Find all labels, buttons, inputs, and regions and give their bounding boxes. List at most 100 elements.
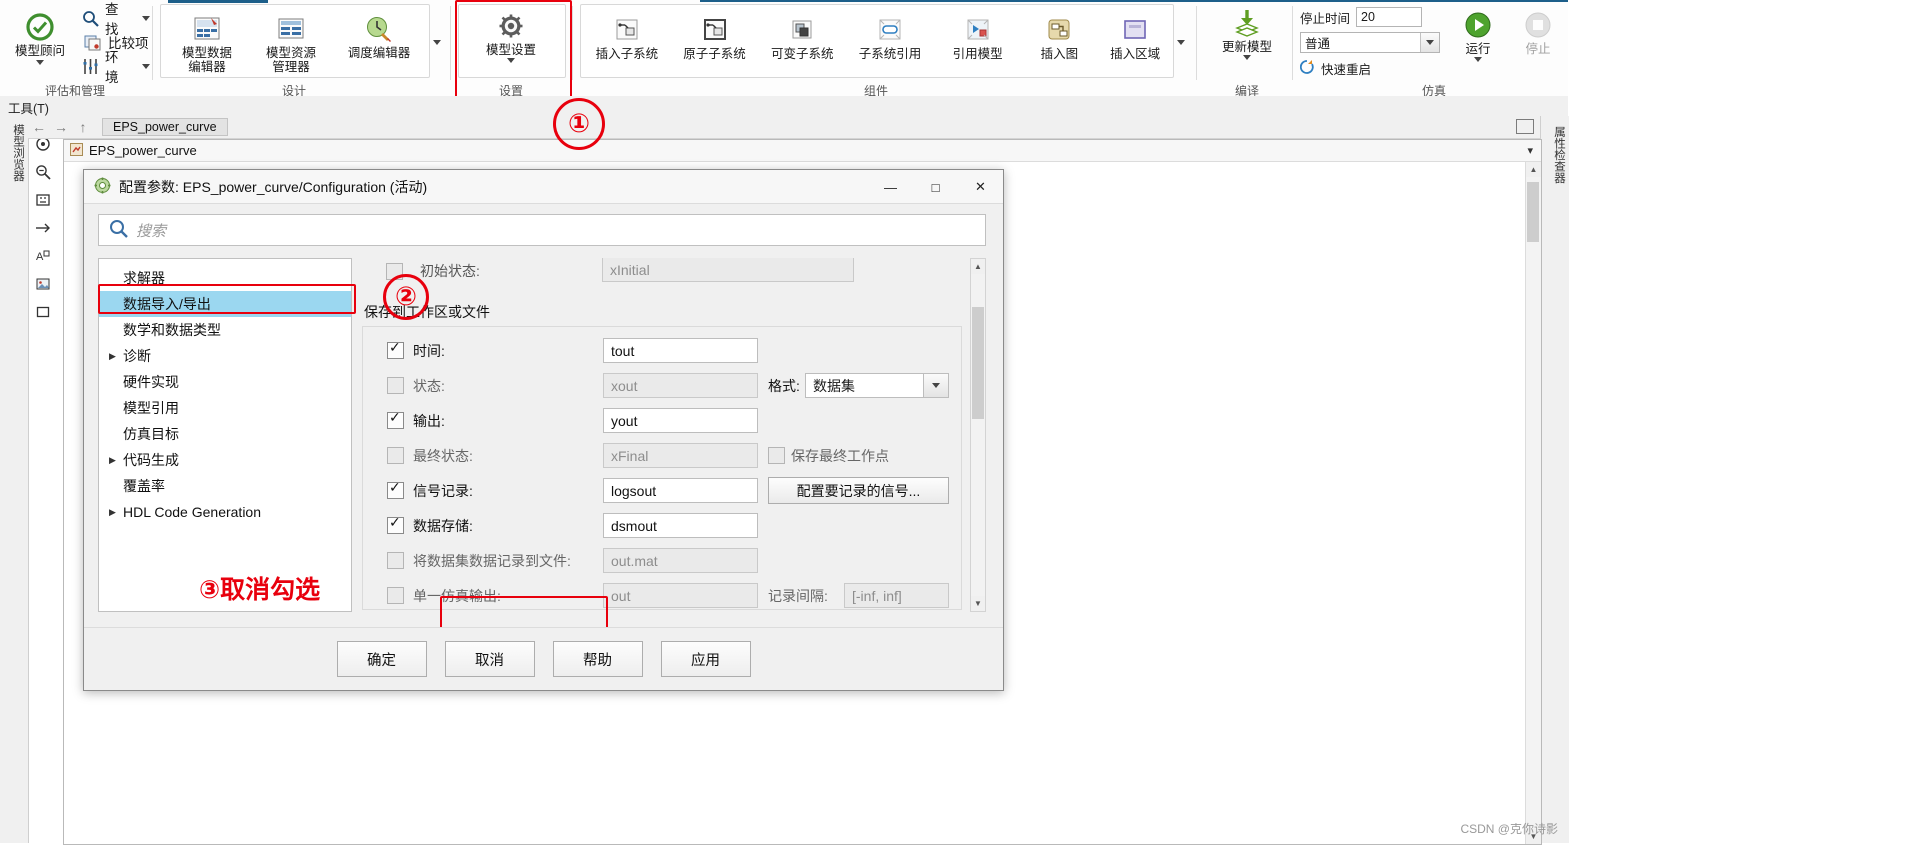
ok-button[interactable]: 确定: [336, 641, 427, 677]
breadcrumb-model[interactable]: EPS_power_curve: [102, 118, 228, 136]
model-reference-label: 引用模型: [952, 47, 1003, 61]
save-final-operating-point-checkbox[interactable]: [768, 447, 785, 464]
model-settings-button[interactable]: 模型设置: [459, 5, 563, 63]
maximize-button[interactable]: □: [913, 170, 958, 204]
gear-icon: [459, 9, 563, 43]
scroll-down-icon[interactable]: ▼: [971, 596, 985, 611]
image-icon[interactable]: [30, 270, 56, 298]
chevron-down-icon[interactable]: [1474, 57, 1482, 62]
tree-item-hdl-code-generation[interactable]: ▶ HDL Code Generation: [99, 499, 351, 525]
tree-item-data-import-export[interactable]: ▶数据导入/导出: [99, 291, 351, 317]
tree-item-simulation-target[interactable]: ▶仿真目标: [99, 421, 351, 447]
scroll-up-icon[interactable]: ▲: [1526, 162, 1541, 177]
time-input[interactable]: tout: [603, 338, 758, 363]
tree-item-hardware[interactable]: ▶硬件实现: [99, 369, 351, 395]
single-simulation-output-checkbox[interactable]: [387, 587, 404, 604]
settings-pane-scrollbar[interactable]: ▲ ▼: [970, 258, 986, 612]
model-advisor-button[interactable]: 模型顾问: [4, 6, 76, 65]
chevron-down-icon[interactable]: [1243, 55, 1251, 60]
apply-button[interactable]: 应用: [660, 641, 751, 677]
atomic-subsystem-button[interactable]: 原子子系统: [671, 9, 759, 61]
tree-item-label: 代码生成: [123, 452, 179, 468]
stop-icon: [1508, 8, 1568, 42]
variant-subsystem-label: 可变子系统: [771, 47, 834, 61]
zoom-icon[interactable]: [30, 158, 56, 186]
tree-item-label: 仿真目标: [123, 426, 179, 442]
canvas-vertical-scrollbar[interactable]: ▲ ▼: [1525, 162, 1541, 844]
time-checkbox[interactable]: [387, 339, 404, 359]
save-final-operating-point-label: 保存最终工作点: [791, 447, 889, 464]
states-checkbox[interactable]: [387, 377, 404, 394]
signal-logging-checkbox[interactable]: [387, 479, 404, 499]
help-button[interactable]: 帮助: [552, 641, 643, 677]
fast-restart-button[interactable]: 快速重启: [1299, 59, 1440, 78]
environment-label: 环境: [105, 50, 119, 85]
left-rail: 模型浏览器: [0, 116, 29, 843]
find-button[interactable]: 查找: [82, 2, 150, 37]
design-groupbox: 模型数据 编辑器 模型资源 管理器 调度编辑器: [160, 4, 430, 78]
forward-icon[interactable]: →: [50, 119, 72, 135]
final-state-checkbox[interactable]: [387, 447, 404, 464]
stop-time-input[interactable]: 20: [1356, 7, 1423, 27]
tree-item-solver[interactable]: ▶求解器: [99, 265, 351, 291]
minimize-button[interactable]: —: [868, 170, 913, 204]
component-groupbox: 插入子系统 原子子系统 可变子系统 子系统引用 引用模型 插入图 插入区域: [580, 4, 1174, 78]
signal-logging-input[interactable]: logsout: [603, 478, 758, 503]
variant-subsystem-button[interactable]: 可变子系统: [758, 9, 846, 61]
design-group-expand[interactable]: [430, 6, 444, 78]
model-settings-label: 模型设置: [485, 43, 536, 57]
subsystem-reference-button[interactable]: 子系统引用: [846, 9, 934, 61]
expand-icon[interactable]: ▶: [109, 507, 123, 518]
data-stores-input[interactable]: dsmout: [603, 513, 758, 538]
close-button[interactable]: ✕: [958, 170, 1003, 204]
annotation-icon[interactable]: A: [30, 242, 56, 270]
chevron-down-icon[interactable]: [507, 58, 515, 63]
run-button[interactable]: 运行: [1448, 4, 1508, 62]
box-icon[interactable]: [30, 298, 56, 326]
insert-subsystem-button[interactable]: 插入子系统: [583, 9, 671, 61]
data-stores-checkbox[interactable]: [387, 514, 404, 534]
expand-icon[interactable]: ▶: [109, 351, 123, 362]
scroll-thumb[interactable]: [972, 307, 984, 419]
canvas-title-label: EPS_power_curve: [89, 143, 197, 158]
output-checkbox[interactable]: [387, 409, 404, 429]
insert-area-button[interactable]: 插入区域: [1097, 9, 1173, 61]
cancel-button[interactable]: 取消: [444, 641, 535, 677]
sim-mode-select[interactable]: 普通: [1300, 32, 1440, 53]
tree-item-model-reference[interactable]: ▶模型引用: [99, 395, 351, 421]
chevron-down-icon[interactable]: [142, 15, 150, 21]
scroll-thumb[interactable]: [1527, 182, 1539, 242]
tree-item-code-generation[interactable]: ▶ 代码生成: [99, 447, 351, 473]
model-data-editor-button[interactable]: 模型数据 编辑器: [165, 8, 249, 74]
format-select[interactable]: 数据集: [805, 373, 949, 398]
arrow-icon[interactable]: [30, 214, 56, 242]
model-resource-manager-button[interactable]: 模型资源 管理器: [249, 8, 333, 74]
chevron-down-icon[interactable]: [142, 63, 150, 69]
model-resource-manager-icon: [249, 12, 333, 46]
model-reference-button[interactable]: 引用模型: [934, 9, 1022, 61]
output-input[interactable]: yout: [603, 408, 758, 433]
model-data-editor-icon: [165, 12, 249, 46]
insert-chart-button[interactable]: 插入图: [1022, 9, 1098, 61]
up-icon[interactable]: ↑: [72, 119, 94, 135]
layout-icon[interactable]: [1516, 119, 1534, 134]
back-icon[interactable]: ←: [28, 119, 50, 135]
scroll-up-icon[interactable]: ▲: [971, 259, 985, 274]
tree-item-coverage[interactable]: ▶覆盖率: [99, 473, 351, 499]
log-dataset-to-file-checkbox[interactable]: [387, 552, 404, 569]
property-inspector-label: 属性检查器: [1553, 126, 1565, 184]
search-input[interactable]: 搜索: [98, 214, 986, 246]
ribbon-toolbar: 模型顾问 查找 比较项 环境 评估和管理 模型数据 编辑器 模型资源 管理器 调…: [0, 0, 1568, 100]
tree-item-diagnostics[interactable]: ▶ 诊断: [99, 343, 351, 369]
environment-button[interactable]: 环境: [82, 50, 150, 85]
schedule-editor-button[interactable]: 调度编辑器: [333, 8, 425, 74]
chevron-down-icon[interactable]: [36, 60, 44, 65]
fit-icon[interactable]: [30, 186, 56, 214]
tree-item-math-data-types[interactable]: ▶数学和数据类型: [99, 317, 351, 343]
expand-icon[interactable]: ▶: [109, 455, 123, 466]
chevron-down-icon[interactable]: ▾: [1527, 144, 1533, 157]
component-group-expand[interactable]: [1174, 6, 1188, 78]
configure-signals-button[interactable]: 配置要记录的信号...: [768, 477, 949, 504]
tools-menu[interactable]: 工具(T): [8, 98, 49, 117]
update-model-button[interactable]: 更新模型: [1204, 2, 1290, 60]
